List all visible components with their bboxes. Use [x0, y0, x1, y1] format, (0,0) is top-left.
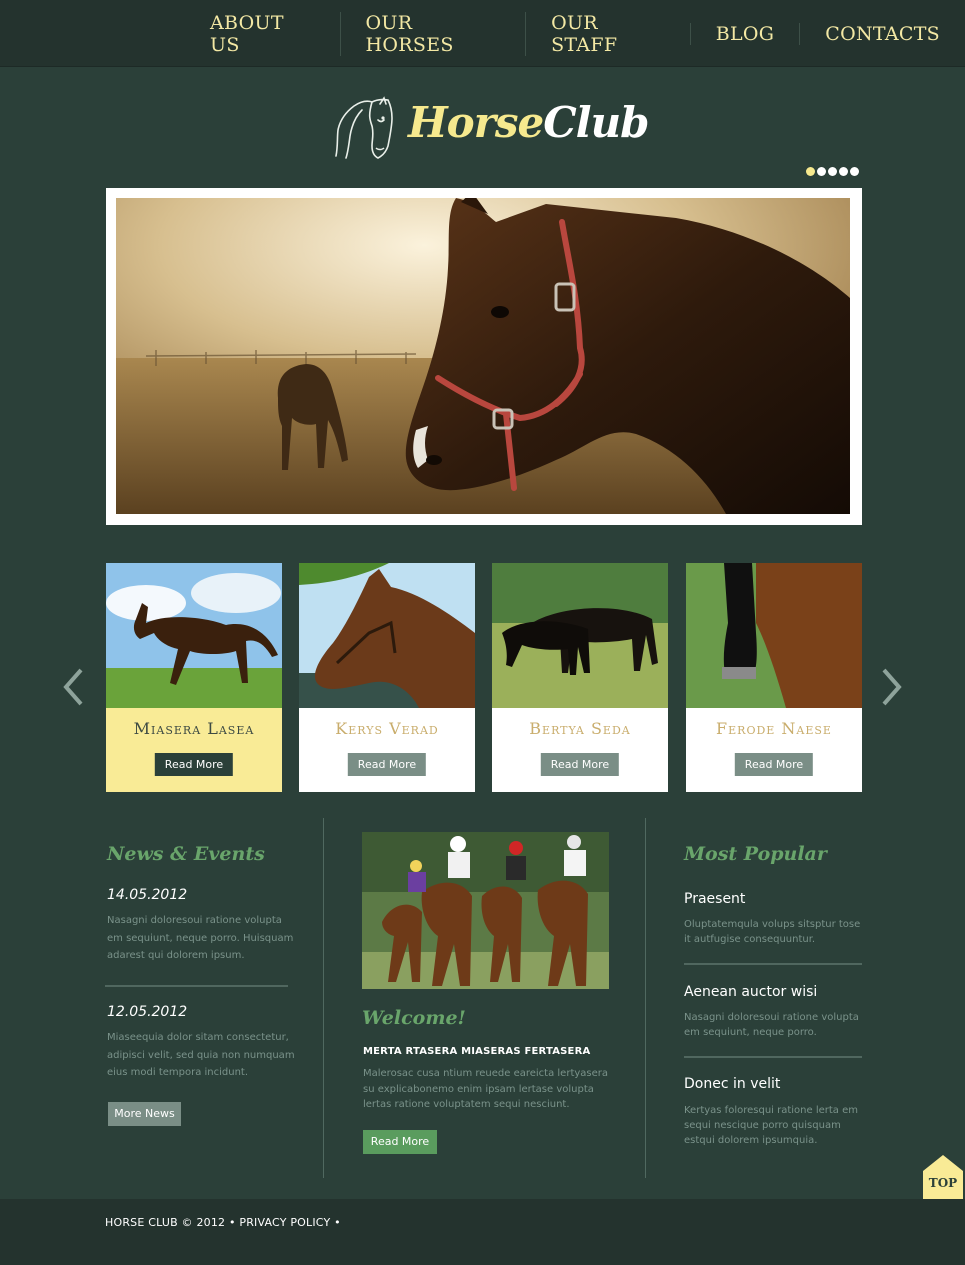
horse-card-2: Kerys Verad Read More — [299, 563, 475, 792]
horse-card-1: Miasera Lasea Read More — [106, 563, 282, 792]
column-divider-right — [645, 818, 646, 1178]
footer-copyright: HORSE CLUB © 2012 — [105, 1216, 226, 1229]
back-to-top-label: TOP — [928, 1176, 958, 1190]
column-divider-left — [323, 818, 324, 1178]
hero-slider — [106, 188, 862, 525]
nav-item-about-us[interactable]: ABOUT US — [185, 12, 340, 56]
horse-card-4: Ferode Naese Read More — [686, 563, 862, 792]
nav-menu: ABOUT US OUR HORSES OUR STAFF BLOG CONTA… — [185, 0, 965, 67]
popular-item-3-text: Kertyas foloresqui ratione lerta em sequ… — [684, 1105, 858, 1146]
carousel-prev-arrow-icon[interactable] — [62, 668, 84, 706]
horse-card-2-image — [299, 563, 475, 708]
nav-item-our-staff[interactable]: OUR STAFF — [525, 11, 690, 56]
slider-dot-2[interactable] — [817, 167, 826, 176]
horse-head-icon — [335, 96, 393, 159]
popular-item-1-title[interactable]: Praesent — [684, 891, 745, 907]
popular-item-2-text: Nasagni doloresoui ratione volupta em se… — [684, 1012, 859, 1038]
horse-card-3-read-more-button[interactable]: Read More — [540, 753, 620, 776]
horse-card-1-read-more-button[interactable]: Read More — [154, 753, 234, 776]
nav-item-blog[interactable]: BLOG — [689, 22, 800, 45]
footer-separator-2: • — [334, 1216, 341, 1229]
carousel-next-arrow-icon[interactable] — [881, 668, 903, 706]
hero-image — [116, 198, 850, 514]
site-logo[interactable]: HorseClub — [332, 94, 650, 160]
footer-separator-1: • — [228, 1216, 236, 1229]
welcome-text: Malerosac cusa ntium reuede eareicta ler… — [363, 1068, 609, 1110]
horse-card-4-image — [686, 563, 862, 708]
horse-card-4-read-more-button[interactable]: Read More — [734, 753, 814, 776]
top-navigation: ABOUT US OUR HORSES OUR STAFF BLOG CONTA… — [0, 0, 965, 67]
horse-card-3-name: Bertya Seda — [529, 719, 631, 738]
welcome-subtitle: MERTA RTASERA MIASERAS FERTASERA — [363, 1046, 591, 1057]
more-news-button[interactable]: More News — [108, 1102, 181, 1126]
popular-item-3-title[interactable]: Donec in velit — [684, 1076, 780, 1092]
welcome-read-more-button[interactable]: Read More — [363, 1130, 437, 1154]
nav-item-contacts[interactable]: CONTACTS — [799, 22, 965, 45]
site-footer: HORSE CLUB © 2012 • PRIVACY POLICY • — [0, 1199, 965, 1265]
logo-text-horse: Horse — [408, 98, 544, 147]
slider-dot-3[interactable] — [828, 167, 837, 176]
welcome-racing-image — [362, 832, 609, 989]
footer-privacy-policy-link[interactable]: PRIVACY POLICY — [239, 1216, 330, 1229]
horse-card-1-name: Miasera Lasea — [133, 719, 255, 738]
slider-dot-4[interactable] — [839, 167, 848, 176]
news-section-title: News & Events — [107, 843, 265, 865]
logo-text: HorseClub — [408, 98, 650, 147]
hero-horse-picture — [116, 198, 850, 514]
news-divider — [105, 985, 288, 987]
horse-card-3: Bertya Seda Read More — [492, 563, 668, 792]
horse-card-3-image — [492, 563, 668, 708]
horse-card-2-name: Kerys Verad — [335, 719, 439, 738]
slider-dot-1[interactable] — [806, 167, 815, 176]
popular-divider-1 — [684, 963, 862, 965]
slider-pagination — [806, 167, 859, 176]
popular-item-1-text: Oluptatemqula volups sitsptur tose it au… — [684, 919, 861, 945]
slider-dot-5[interactable] — [850, 167, 859, 176]
welcome-title: Welcome! — [362, 1007, 466, 1029]
back-to-top-button[interactable]: TOP — [923, 1155, 963, 1199]
popular-item-2-title[interactable]: Aenean auctor wisi — [684, 984, 817, 1000]
horse-card-4-name: Ferode Naese — [716, 719, 832, 738]
news-item-2-text: Miaseequia dolor sitam consectetur, adip… — [107, 1032, 295, 1078]
news-item-2-date[interactable]: 12.05.2012 — [107, 1004, 187, 1020]
horse-card-1-image — [106, 563, 282, 708]
news-item-1-text: Nasagni doloresoui ratione volupta em se… — [107, 915, 294, 961]
footer-text: HORSE CLUB © 2012 • PRIVACY POLICY • — [105, 1216, 341, 1229]
popular-divider-2 — [684, 1056, 862, 1058]
nav-item-our-horses[interactable]: OUR HORSES — [339, 11, 526, 56]
logo-text-club: Club — [543, 98, 649, 147]
news-item-1-date[interactable]: 14.05.2012 — [107, 887, 187, 903]
popular-section-title: Most Popular — [684, 843, 827, 865]
horse-card-2-read-more-button[interactable]: Read More — [347, 753, 427, 776]
